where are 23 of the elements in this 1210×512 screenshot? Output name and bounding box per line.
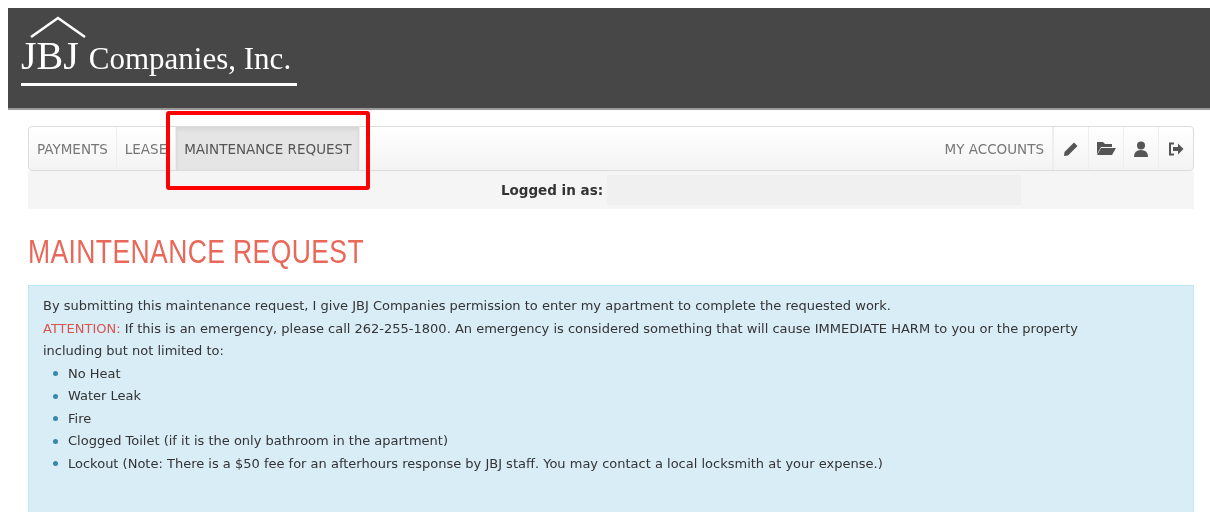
emergency-item: Fire xyxy=(68,409,92,428)
emergency-item: No Heat xyxy=(68,364,121,383)
bullet-icon xyxy=(53,461,58,467)
bullet-icon xyxy=(53,393,58,399)
page-title: MAINTENANCE REQUEST xyxy=(28,231,365,271)
emergency-item: Clogged Toilet (if it is the only bathroom in the apartment) xyxy=(68,432,448,450)
nav-tab[interactable]: MAINTENANCE REQUEST xyxy=(176,127,361,170)
logged-in-label: Logged in as: xyxy=(500,182,604,198)
emergency-item: Lockout (Note: There is a $50 fee for an afterhours response by JBJ staff. You may contact a local locksmith at your expense.) xyxy=(68,454,883,473)
sign-out-icon xyxy=(1168,141,1184,156)
nav-tab[interactable]: PAYMENTS xyxy=(29,127,117,170)
bullet-icon xyxy=(53,371,58,377)
emergency-item: Water Leak xyxy=(68,387,142,405)
bullet-icon xyxy=(53,416,58,422)
my-accounts-link[interactable]: MY ACCOUNTS xyxy=(936,127,1053,170)
roof-icon xyxy=(29,16,87,38)
company-logo[interactable]: JBJ Companies, Inc. xyxy=(21,16,298,86)
bullet-icon xyxy=(53,438,58,444)
attention-text: ATTENTION: If this is an emergency, please call 262-255-1800. An emergency is considered something that will cause IMMEDIATE HARM to you or the property including but not limited to: xyxy=(43,319,1079,360)
user-icon xyxy=(1134,140,1148,157)
folder-icon xyxy=(1096,141,1116,156)
pencil-icon xyxy=(1063,140,1079,157)
consent-text: By submitting this maintenance request, I give JBJ Companies permission to enter my apartment to complete the requested work. xyxy=(43,297,892,315)
